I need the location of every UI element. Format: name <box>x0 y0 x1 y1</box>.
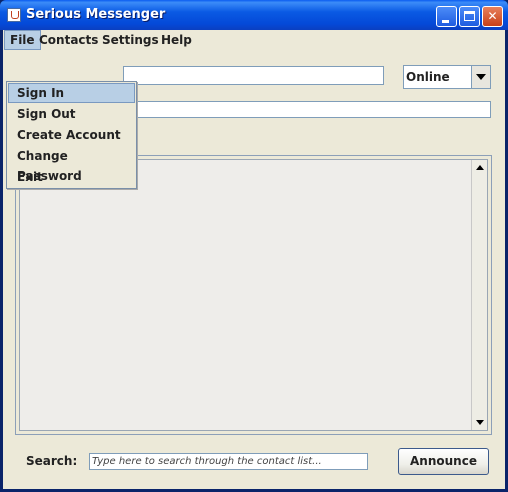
app-window: Serious Messenger ✕ File Contacts Settin… <box>0 0 508 492</box>
vertical-scrollbar[interactable] <box>471 160 487 430</box>
menu-item-sign-out[interactable]: Sign Out <box>8 104 135 124</box>
file-menu-dropdown: Sign In Sign Out Create Account Change P… <box>6 81 137 189</box>
java-cup-icon <box>7 8 21 22</box>
menu-settings[interactable]: Settings <box>97 30 164 50</box>
search-input[interactable]: Type here to search through the contact … <box>89 453 368 470</box>
menu-item-exit[interactable]: Exit <box>8 167 135 187</box>
maximize-icon <box>464 11 475 21</box>
contact-list-panel <box>15 155 492 435</box>
contact-list-area[interactable] <box>19 159 488 431</box>
menu-item-sign-in[interactable]: Sign In <box>8 83 135 103</box>
menu-item-create-account[interactable]: Create Account <box>8 125 135 145</box>
scroll-down-icon[interactable] <box>472 414 487 430</box>
close-icon: ✕ <box>487 9 498 23</box>
menu-contacts[interactable]: Contacts <box>34 30 103 50</box>
window-title: Serious Messenger <box>26 7 166 22</box>
second-text-field[interactable] <box>123 101 491 118</box>
status-value: Online <box>406 70 450 84</box>
title-bar[interactable]: Serious Messenger ✕ <box>0 0 508 30</box>
status-combo[interactable]: Online <box>403 65 491 89</box>
maximize-button[interactable] <box>459 6 480 27</box>
search-label: Search: <box>26 454 78 468</box>
close-button[interactable]: ✕ <box>482 6 503 27</box>
top-text-field[interactable] <box>123 66 384 85</box>
minimize-button[interactable] <box>436 6 457 27</box>
minimize-icon <box>442 20 449 23</box>
scroll-up-icon[interactable] <box>472 160 487 176</box>
announce-button[interactable]: Announce <box>398 448 489 475</box>
menu-help[interactable]: Help <box>156 30 197 50</box>
menu-bar: File Contacts Settings Help <box>3 30 505 50</box>
main-content: File Contacts Settings Help Online Searc… <box>3 30 505 489</box>
menu-item-change-password[interactable]: Change Password <box>8 146 135 183</box>
combo-arrow-button[interactable] <box>471 66 490 88</box>
